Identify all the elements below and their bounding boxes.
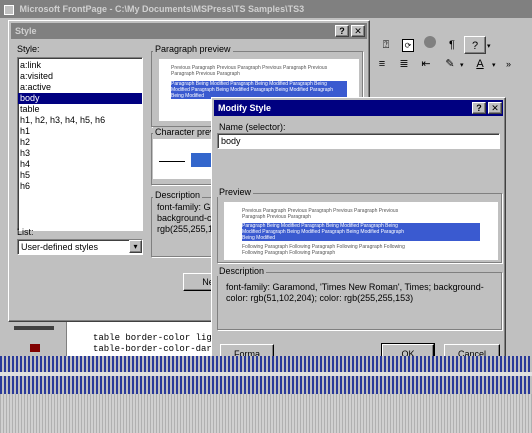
list-label: List: bbox=[17, 227, 34, 237]
highlight-icon[interactable]: ✎ bbox=[440, 55, 460, 73]
close-icon[interactable]: ✕ bbox=[488, 102, 502, 114]
app-title-bar[interactable]: Microsoft FrontPage - C:\My Documents\MS… bbox=[0, 0, 532, 18]
name-input-value: body bbox=[221, 136, 241, 146]
style-item[interactable]: h3 bbox=[18, 148, 142, 159]
decrease-indent-icon[interactable]: ≡ bbox=[372, 55, 392, 73]
style-dialog-title: Style bbox=[15, 26, 37, 36]
preview-box: Previous Paragraph Previous Paragraph Pr… bbox=[224, 202, 498, 260]
html-editor[interactable]: table border-color lig table-border-colo… bbox=[66, 322, 222, 356]
outdent-icon[interactable]: ⇤ bbox=[416, 55, 436, 73]
refresh-icon[interactable]: ⟳ bbox=[398, 36, 418, 54]
paragraph-icon[interactable]: ¶ bbox=[442, 36, 462, 54]
modify-style-title-bar[interactable]: Modify Style bbox=[214, 100, 503, 116]
increase-indent-icon[interactable]: ≣ bbox=[394, 55, 414, 73]
style-dialog-title-bar[interactable]: Style bbox=[11, 23, 367, 39]
character-preview-label: Character prev bbox=[153, 127, 217, 137]
styles-listbox[interactable]: a:link a:visited a:active body table h1,… bbox=[17, 57, 143, 231]
more-icon[interactable]: » bbox=[506, 59, 511, 69]
left-pane bbox=[0, 322, 66, 356]
character-preview-box bbox=[153, 139, 213, 179]
app-icon bbox=[4, 4, 14, 15]
name-label: Name (selector): bbox=[219, 122, 286, 132]
status-bar-gap bbox=[0, 372, 532, 376]
description-line: rgb(255,255,15 bbox=[157, 224, 219, 234]
style-item[interactable]: h5 bbox=[18, 170, 142, 181]
question-icon[interactable]: ? bbox=[464, 36, 486, 54]
name-input[interactable]: body bbox=[217, 133, 500, 149]
styles-label: Style: bbox=[17, 44, 40, 54]
toolbar-row-2: ≡ ≣ ⇤ ✎ ▾ A ▾ » bbox=[370, 55, 532, 75]
scroll-marker bbox=[30, 344, 40, 352]
character-preview-line bbox=[159, 161, 185, 162]
description-line: font-family: Gar bbox=[157, 202, 219, 212]
list-select[interactable]: User-defined styles ▾ bbox=[17, 239, 143, 255]
toolbar-row-1: ⍰ ⟳ ¶ ? ▾ bbox=[370, 34, 532, 56]
character-preview-swatch bbox=[191, 153, 213, 167]
style-item[interactable]: h6 bbox=[18, 181, 142, 192]
preview-text: Following Paragraph Following Paragraph bbox=[242, 250, 336, 256]
modify-style-title: Modify Style bbox=[218, 103, 272, 113]
style-item[interactable]: a:active bbox=[18, 82, 142, 93]
preview-label: Preview bbox=[217, 187, 254, 197]
editor-line: table border-color lig bbox=[93, 333, 212, 343]
status-bar-bottom bbox=[0, 394, 532, 433]
style-item-selected[interactable]: body bbox=[18, 93, 142, 104]
paragraph-preview-label: Paragraph preview bbox=[153, 44, 233, 54]
description-text: font-family: Garamond, 'Times New Roman'… bbox=[226, 282, 484, 303]
help-button[interactable]: ? bbox=[472, 102, 486, 114]
chevron-down-icon[interactable]: ▾ bbox=[129, 240, 142, 253]
font-color-icon[interactable]: A bbox=[470, 55, 490, 73]
app-title: Microsoft FrontPage - C:\My Documents\MS… bbox=[19, 4, 305, 14]
style-item[interactable]: h1, h2, h3, h4, h5, h6 bbox=[18, 115, 142, 126]
style-item[interactable]: a:link bbox=[18, 60, 142, 71]
style-item[interactable]: h4 bbox=[18, 159, 142, 170]
modify-style-dialog: Modify Style ? ✕ Name (selector): body P… bbox=[211, 97, 506, 365]
chevron-down-icon[interactable]: ▾ bbox=[487, 42, 491, 50]
style-item[interactable]: table bbox=[18, 104, 142, 115]
chevron-down-icon[interactable]: ▾ bbox=[460, 61, 464, 69]
style-item[interactable]: h2 bbox=[18, 137, 142, 148]
description-label: Description bbox=[153, 190, 203, 200]
help-icon[interactable]: ⍰ bbox=[376, 36, 396, 54]
editor-line: table-border-color-dar bbox=[93, 344, 212, 354]
list-select-value: User-defined styles bbox=[21, 242, 99, 252]
style-item[interactable]: a:visited bbox=[18, 71, 142, 82]
close-icon[interactable]: ✕ bbox=[351, 25, 365, 37]
help-button[interactable]: ? bbox=[335, 25, 349, 37]
chevron-down-icon[interactable]: ▾ bbox=[492, 61, 496, 69]
description-label: Description bbox=[217, 266, 267, 276]
stop-icon[interactable] bbox=[420, 36, 440, 54]
scroll-marker bbox=[14, 326, 54, 330]
style-item[interactable]: h1 bbox=[18, 126, 142, 137]
